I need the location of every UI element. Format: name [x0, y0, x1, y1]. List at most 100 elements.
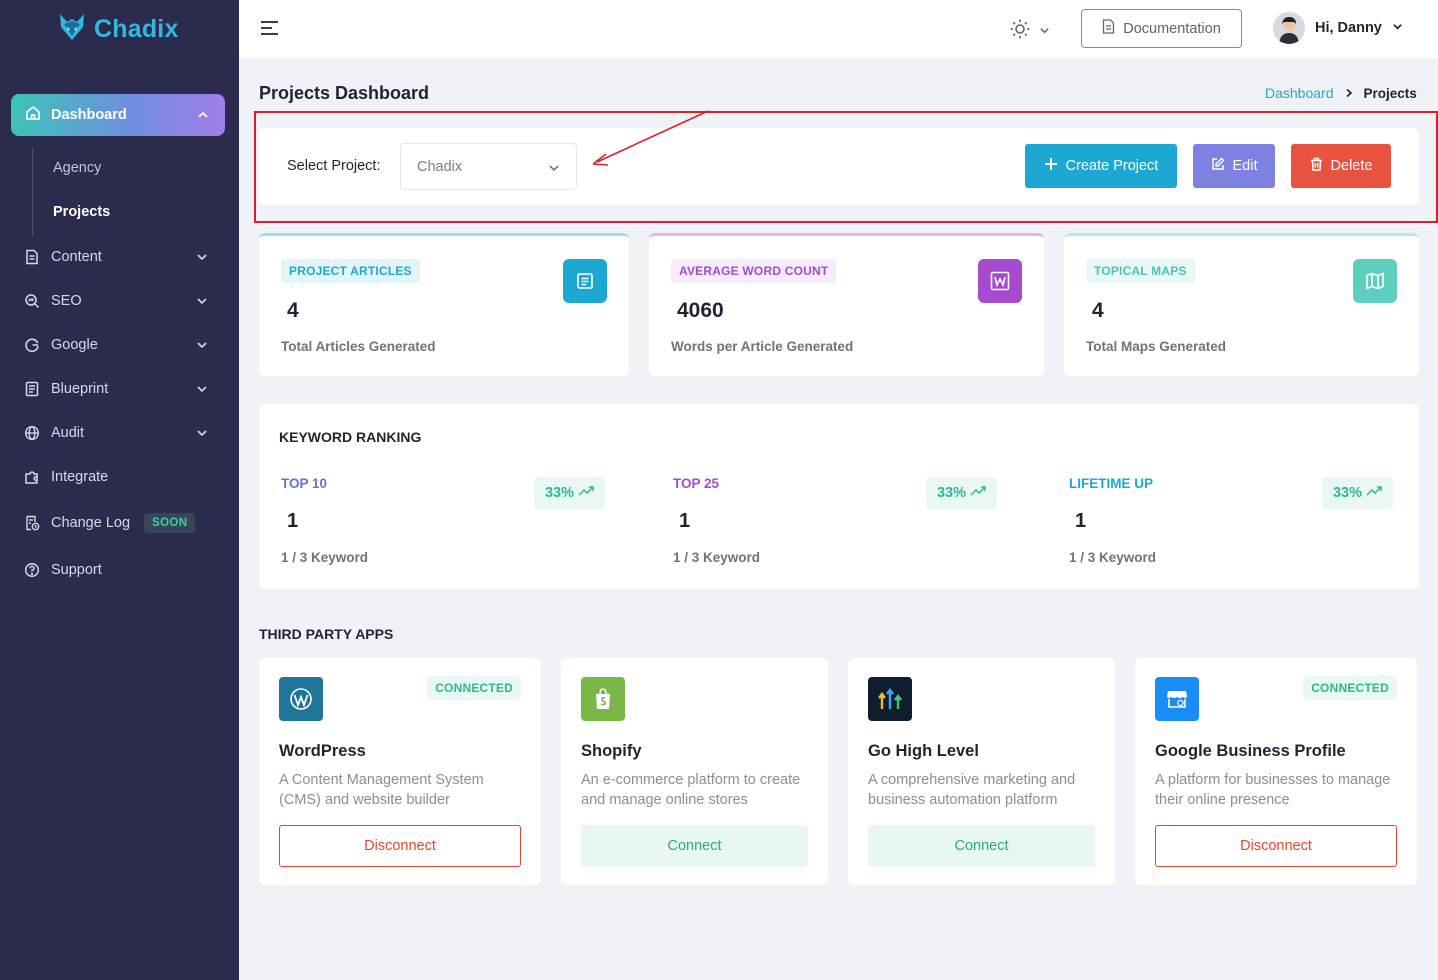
stat-value: 4 — [1092, 299, 1104, 322]
stat-card-average-word-count: AVERAGE WORD COUNT 4060 Words per Articl… — [649, 233, 1044, 376]
sidebar-item-seo[interactable]: SEO — [22, 286, 218, 316]
user-menu[interactable]: Hi, Danny — [1273, 12, 1403, 44]
google-business-icon — [1155, 677, 1199, 721]
home-icon — [25, 105, 41, 126]
menu-toggle-icon[interactable] — [260, 20, 279, 41]
sidebar-item-content[interactable]: Content — [22, 242, 218, 272]
content-icon — [22, 247, 42, 267]
chevron-down-icon — [196, 295, 208, 311]
sidebar-item-label: SEO — [51, 293, 82, 309]
chevron-down-icon — [196, 383, 208, 399]
breadcrumb-current: Projects — [1363, 85, 1417, 101]
globe-icon — [22, 423, 42, 443]
connect-button[interactable]: Connect — [868, 825, 1095, 867]
topbar: Documentation Hi, Danny — [239, 0, 1438, 58]
sidebar-item-support[interactable]: Support — [22, 555, 218, 585]
soon-badge: SOON — [144, 513, 196, 533]
brand[interactable]: Chadix — [58, 12, 179, 47]
stat-card-project-articles: PROJECT ARTICLES 4 Total Articles Genera… — [259, 233, 629, 376]
keyword-change-value: 33% — [1332, 485, 1363, 501]
stat-badge: PROJECT ARTICLES — [281, 259, 420, 283]
chevron-up-icon — [197, 108, 209, 126]
stat-subtitle: Words per Article Generated — [671, 339, 854, 354]
app-card-wordpress: CONNECTED WordPress A Content Management… — [259, 658, 541, 885]
sidebar-item-dashboard[interactable]: Dashboard — [11, 94, 225, 136]
user-greeting: Hi, Danny — [1315, 20, 1382, 36]
chevron-right-icon — [1344, 85, 1354, 101]
keyword-top-10: TOP 10 1 1 / 3 Keyword — [281, 476, 368, 565]
keyword-subtitle: 1 / 3 Keyword — [281, 550, 369, 565]
fox-logo-icon — [58, 12, 86, 47]
sidebar-item-audit[interactable]: Audit — [22, 418, 218, 448]
stat-badge: AVERAGE WORD COUNT — [671, 259, 837, 283]
blueprint-icon — [22, 379, 42, 399]
keyword-subtitle: 1 / 3 Keyword — [1069, 550, 1157, 565]
sidebar-subitem-projects[interactable]: Projects — [53, 204, 110, 220]
shopify-icon — [581, 677, 625, 721]
stat-badge: TOPICAL MAPS — [1086, 259, 1195, 283]
sidebar-item-integrate[interactable]: Integrate — [22, 462, 218, 492]
sidebar-item-change-log[interactable]: Change Log SOON — [22, 508, 218, 538]
highlight-box — [254, 111, 1438, 223]
document-icon — [1102, 19, 1115, 38]
chevron-down-icon — [196, 339, 208, 355]
keyword-label: TOP 10 — [281, 476, 328, 491]
keyword-ranking-card: KEYWORD RANKING TOP 10 1 1 / 3 Keyword 3… — [259, 404, 1419, 589]
sidebar-subitem-agency[interactable]: Agency — [53, 160, 101, 176]
wordpress-icon — [279, 677, 323, 721]
keyword-label: TOP 25 — [673, 476, 720, 491]
app-name: Shopify — [581, 742, 642, 760]
trending-up-icon — [578, 485, 594, 501]
sidebar-item-google[interactable]: Google — [22, 330, 218, 360]
documentation-label: Documentation — [1123, 20, 1221, 37]
sidebar-item-label: Support — [51, 562, 102, 578]
breadcrumb-link-dashboard[interactable]: Dashboard — [1265, 85, 1334, 101]
stat-subtitle: Total Maps Generated — [1086, 339, 1227, 354]
trending-up-icon — [970, 485, 986, 501]
app-description: A Content Management System (CMS) and we… — [279, 772, 484, 808]
stat-value: 4060 — [677, 299, 724, 322]
sidebar-item-label: Content — [51, 249, 102, 265]
stat-value: 4 — [287, 299, 299, 322]
sidebar-item-blueprint[interactable]: Blueprint — [22, 374, 218, 404]
disconnect-button[interactable]: Disconnect — [1155, 825, 1397, 867]
connected-badge: CONNECTED — [1303, 676, 1397, 700]
app-description: A platform for businesses to manage thei… — [1155, 772, 1391, 808]
submenu-divider — [32, 148, 33, 236]
app-card-shopify: Shopify An e-commerce platform to create… — [561, 658, 828, 885]
keyword-value: 1 — [679, 510, 691, 532]
sidebar-item-label: Change Log — [51, 515, 131, 531]
app-name: Google Business Profile — [1155, 742, 1346, 760]
app-description: A comprehensive marketing and business a… — [868, 772, 1076, 808]
keyword-change-badge: 33% — [926, 477, 997, 509]
app-name: Go High Level — [868, 742, 979, 760]
chevron-down-icon — [196, 251, 208, 267]
theme-toggle[interactable] — [1009, 18, 1050, 45]
sidebar: Chadix Dashboard Agency Projects Content… — [0, 0, 239, 980]
integrate-icon — [22, 467, 42, 487]
keyword-change-value: 33% — [936, 485, 967, 501]
article-icon — [563, 259, 607, 303]
breadcrumb: Dashboard Projects — [1265, 85, 1417, 101]
app-description: An e-commerce platform to create and man… — [581, 772, 801, 808]
connected-badge: CONNECTED — [427, 676, 521, 700]
sun-icon — [1009, 18, 1031, 45]
keyword-label: LIFETIME UP — [1069, 476, 1153, 491]
change-log-icon — [22, 513, 42, 533]
chevron-down-icon — [1039, 23, 1050, 41]
keyword-ranking-title: KEYWORD RANKING — [279, 429, 422, 445]
keyword-lifetime-up: LIFETIME UP 1 1 / 3 Keyword — [1069, 476, 1156, 565]
sidebar-item-label: Google — [51, 337, 98, 353]
documentation-button[interactable]: Documentation — [1081, 9, 1242, 48]
gohighlevel-icon — [868, 677, 912, 721]
keyword-change-value: 33% — [544, 485, 575, 501]
keyword-change-badge: 33% — [1322, 477, 1393, 509]
stat-subtitle: Total Articles Generated — [281, 339, 436, 354]
google-icon — [22, 335, 42, 355]
disconnect-button[interactable]: Disconnect — [279, 825, 521, 867]
keyword-value: 1 — [287, 510, 299, 532]
keyword-change-badge: 33% — [534, 477, 605, 509]
sidebar-item-label: Dashboard — [51, 107, 127, 123]
support-icon — [22, 560, 42, 580]
connect-button[interactable]: Connect — [581, 825, 808, 867]
